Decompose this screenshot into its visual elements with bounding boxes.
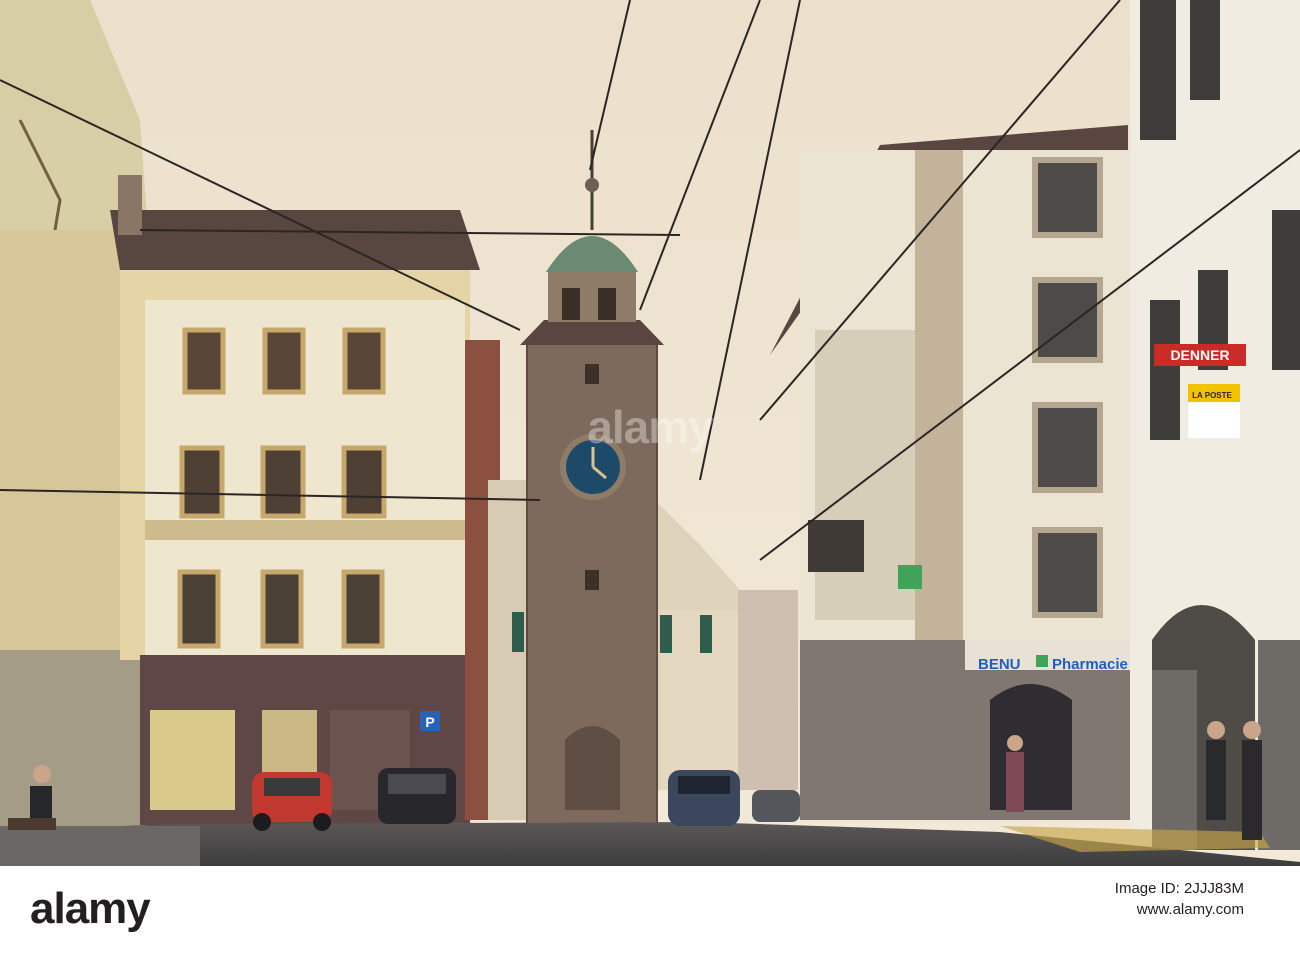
la-poste-sign: LA POSTE — [1188, 384, 1240, 438]
pharmacy-sign-brand: BENU — [978, 656, 1021, 673]
denner-sign: DENNER — [1154, 344, 1246, 366]
image-meta: Image ID: 2JJJ83M www.alamy.com — [1115, 880, 1244, 918]
right-building — [770, 125, 1140, 820]
blue-car — [668, 770, 740, 826]
parking-sign-text: P — [425, 714, 434, 730]
dark-car — [378, 768, 456, 824]
sidewalk-left — [0, 826, 200, 866]
la-poste-sign-text: LA POSTE — [1192, 391, 1232, 400]
denner-sign-text: DENNER — [1170, 347, 1229, 363]
parking-sign: P — [420, 711, 440, 731]
grey-car — [752, 790, 800, 822]
pharmacy-sign: BENU Pharmacie — [978, 655, 1128, 673]
watermark: alamy — [587, 401, 713, 453]
image-id: Image ID: 2JJJ83M — [1114, 880, 1244, 897]
site-url: www.alamy.com — [1136, 901, 1244, 918]
stock-footer: alamy Image ID: 2JJJ83M www.alamy.com — [0, 866, 1300, 954]
pharmacy-sign-word: Pharmacie — [1052, 656, 1128, 673]
alamy-logo: alamy — [30, 884, 151, 933]
